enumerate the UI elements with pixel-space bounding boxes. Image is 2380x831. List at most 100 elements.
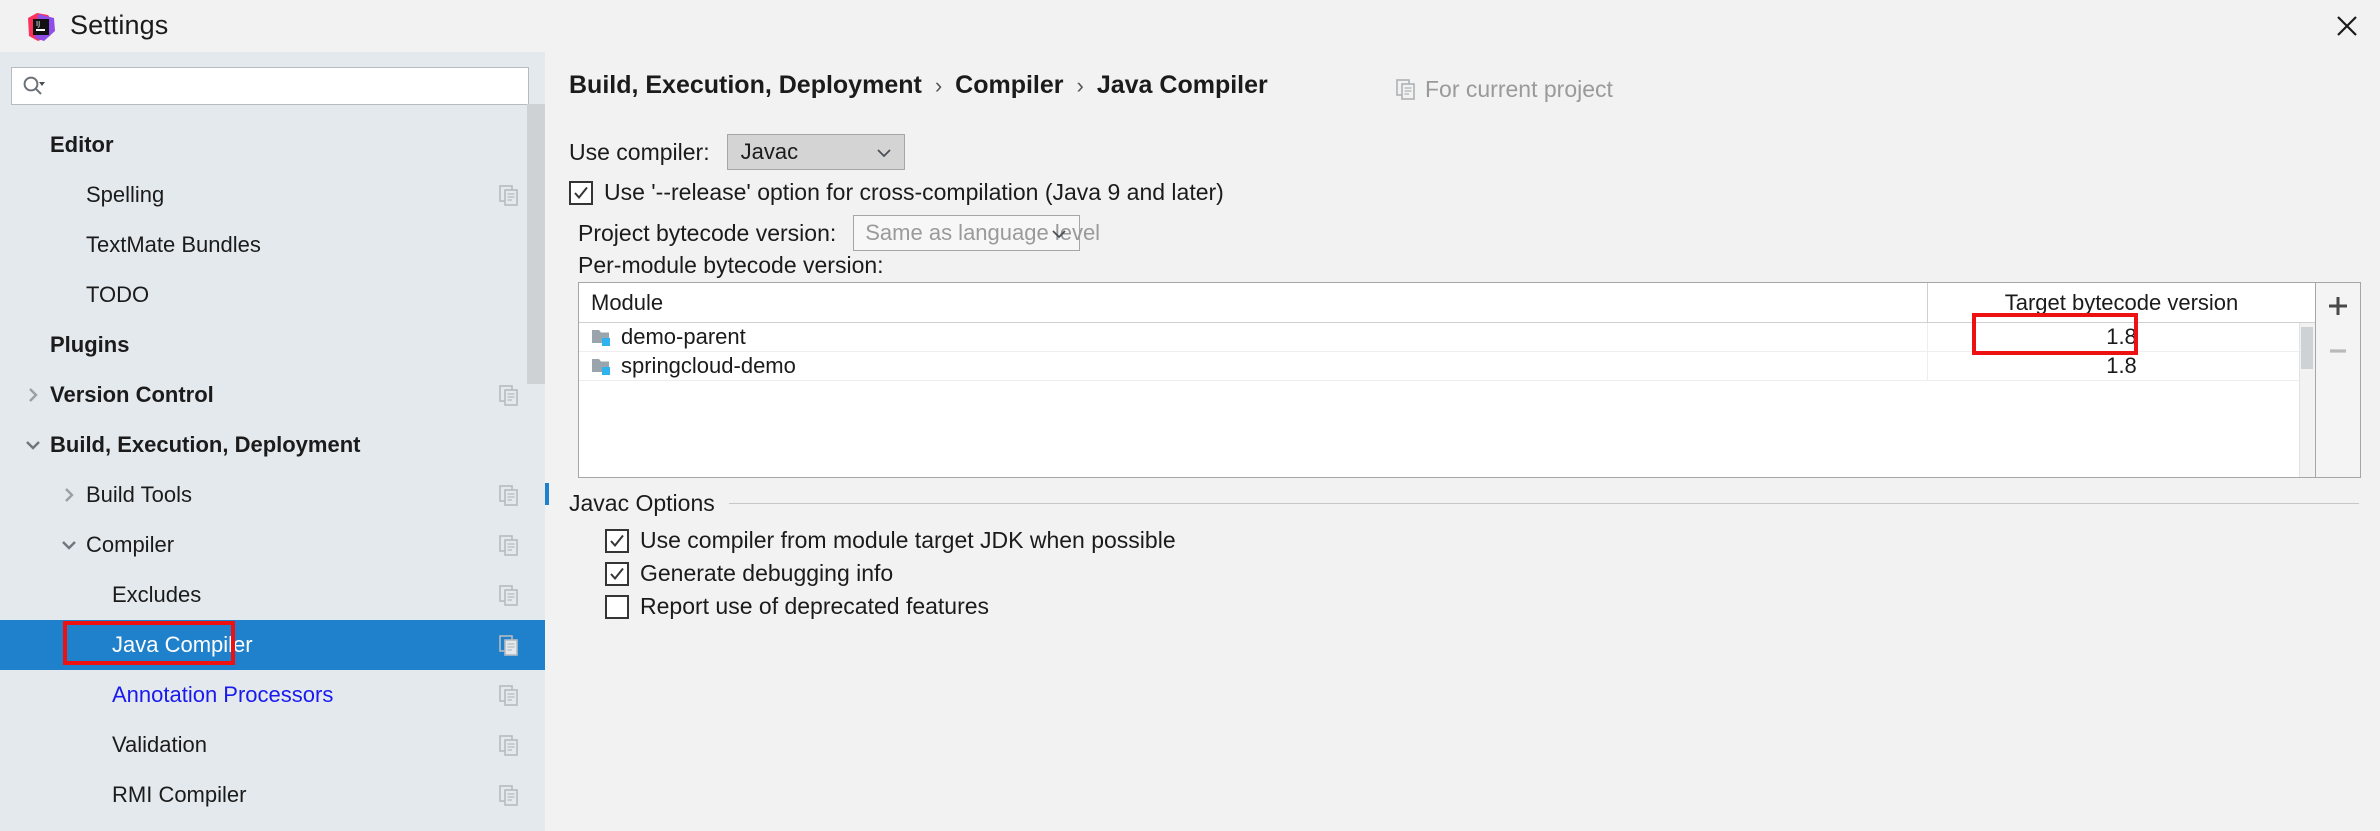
remove-module-button[interactable] <box>2316 328 2359 373</box>
sidebar-item-compiler[interactable]: Compiler <box>0 520 545 570</box>
sidebar-item-build-tools[interactable]: Build Tools <box>0 470 545 520</box>
sidebar-item-label: Excludes <box>112 582 201 608</box>
use-release-option-row[interactable]: Use '--release' option for cross-compila… <box>569 179 1224 206</box>
chevron-down-icon[interactable] <box>22 434 44 456</box>
chevron-down-icon <box>1051 227 1067 245</box>
copy-settings-icon[interactable] <box>499 485 519 506</box>
use-release-option-label: Use '--release' option for cross-compila… <box>604 179 1224 206</box>
use-compiler-label: Use compiler: <box>569 139 710 166</box>
copy-settings-icon[interactable] <box>499 735 519 756</box>
sidebar-item-label: Compiler <box>86 532 174 558</box>
javac-option-label-0: Use compiler from module target JDK when… <box>640 527 1176 554</box>
table-cell-target-bytecode-version[interactable]: 1.8 <box>1928 324 2315 350</box>
column-header-target-bytecode-version[interactable]: Target bytecode version <box>1928 290 2315 316</box>
sidebar-item-label: Spelling <box>86 182 164 208</box>
javac-option-row-2[interactable]: Report use of deprecated features <box>605 593 989 620</box>
settings-content-panel: Build, Execution, Deployment › Compiler … <box>545 52 2380 831</box>
close-button[interactable] <box>2314 0 2380 52</box>
copy-settings-icon[interactable] <box>499 535 519 556</box>
javac-option-checkbox-1[interactable] <box>605 562 629 586</box>
use-compiler-value: Javac <box>741 139 798 165</box>
chevron-right-icon[interactable] <box>22 384 44 406</box>
sidebar-item-todo[interactable]: TODO <box>0 270 545 320</box>
breadcrumb: Build, Execution, Deployment › Compiler … <box>569 71 1268 100</box>
module-name: springcloud-demo <box>621 353 796 379</box>
sidebar-item-plugins[interactable]: Plugins <box>0 320 545 370</box>
sidebar-item-validation[interactable]: Validation <box>0 720 545 770</box>
sidebar-item-build-execution-deployment[interactable]: Build, Execution, Deployment <box>0 420 545 470</box>
javac-option-label-2: Report use of deprecated features <box>640 593 989 620</box>
sidebar-item-version-control[interactable]: Version Control <box>0 370 545 420</box>
table-cell-module[interactable]: demo-parent <box>579 324 1927 350</box>
per-module-bytecode-label: Per-module bytecode version: <box>578 252 884 279</box>
project-bytecode-select[interactable]: Same as language level <box>853 215 1080 251</box>
add-module-button[interactable] <box>2316 283 2359 328</box>
plus-icon <box>2326 294 2350 318</box>
table-cell-module[interactable]: springcloud-demo <box>579 353 1927 379</box>
table-scrollbar-thumb[interactable] <box>2301 327 2313 369</box>
minus-icon <box>2326 339 2350 363</box>
breadcrumb-item-1[interactable]: Compiler <box>955 71 1063 100</box>
sidebar-item-spelling[interactable]: Spelling <box>0 170 545 220</box>
table-body: demo-parent 1.8 springcloud-demo 1.8 <box>579 323 2315 381</box>
copy-settings-icon[interactable] <box>499 185 519 206</box>
title-bar: IJ Settings <box>0 0 2380 52</box>
copy-settings-icon[interactable] <box>499 685 519 706</box>
chevron-down-icon <box>876 146 892 164</box>
table-cell-target-bytecode-version[interactable]: 1.8 <box>1928 353 2315 379</box>
section-divider <box>729 503 2359 504</box>
search-icon <box>22 75 48 97</box>
chevron-down-icon[interactable] <box>58 534 80 556</box>
breadcrumb-item-0[interactable]: Build, Execution, Deployment <box>569 71 922 100</box>
target-bytecode-value: 1.8 <box>2106 353 2137 378</box>
sidebar-item-label: RMI Compiler <box>112 782 246 808</box>
use-release-option-checkbox[interactable] <box>569 181 593 205</box>
sidebar-item-excludes[interactable]: Excludes <box>0 570 545 620</box>
table-row[interactable]: demo-parent 1.8 <box>579 323 2315 352</box>
sidebar-item-label: Version Control <box>50 382 214 408</box>
sidebar-item-label: TODO <box>86 282 149 308</box>
javac-options-title: Javac Options <box>569 490 715 517</box>
copy-settings-icon[interactable] <box>499 385 519 406</box>
javac-option-checkbox-0[interactable] <box>605 529 629 553</box>
copy-settings-icon[interactable] <box>499 785 519 806</box>
for-current-project-label: For current project <box>1396 76 1613 103</box>
search-input[interactable] <box>48 75 528 97</box>
breadcrumb-separator: › <box>1077 73 1084 99</box>
javac-option-row-1[interactable]: Generate debugging info <box>605 560 893 587</box>
settings-tree: Editor Spelling TextMate Bundles TODO Plugin… <box>0 120 545 831</box>
intellij-idea-logo-icon: IJ <box>26 12 56 42</box>
module-icon <box>591 356 613 376</box>
for-current-project-text: For current project <box>1425 76 1613 103</box>
copy-settings-icon[interactable] <box>499 585 519 606</box>
javac-option-row-0[interactable]: Use compiler from module target JDK when… <box>605 527 1176 554</box>
project-bytecode-row: Project bytecode version: Same as langua… <box>578 215 1080 251</box>
module-icon <box>591 327 613 347</box>
project-bytecode-label: Project bytecode version: <box>578 220 836 247</box>
sidebar-item-editor[interactable]: Editor <box>0 120 545 170</box>
table-header-row: Module Target bytecode version <box>579 283 2315 323</box>
sidebar-item-label: Build Tools <box>86 482 192 508</box>
sidebar-item-rmi-compiler[interactable]: RMI Compiler <box>0 770 545 820</box>
chevron-right-icon[interactable] <box>58 484 80 506</box>
use-compiler-select[interactable]: Javac <box>727 134 905 170</box>
close-icon <box>2336 15 2358 37</box>
sidebar-scrollbar-thumb[interactable] <box>527 104 545 384</box>
table-row[interactable]: springcloud-demo 1.8 <box>579 352 2315 381</box>
target-bytecode-value: 1.8 <box>2106 324 2137 349</box>
svg-text:IJ: IJ <box>36 20 40 28</box>
module-bytecode-table: Module Target bytecode version demo-pare… <box>578 282 2316 478</box>
settings-sidebar: Editor Spelling TextMate Bundles TODO Plugin… <box>0 52 545 831</box>
window-title: Settings <box>70 10 168 41</box>
sidebar-item-textmate-bundles[interactable]: TextMate Bundles <box>0 220 545 270</box>
copy-settings-icon[interactable] <box>499 635 519 656</box>
sidebar-item-label: Validation <box>112 732 207 758</box>
sidebar-item-label: Plugins <box>50 332 129 358</box>
sidebar-item-java-compiler[interactable]: Java Compiler <box>0 620 545 670</box>
sidebar-item-annotation-processors[interactable]: Annotation Processors <box>0 670 545 720</box>
sidebar-item-label: Editor <box>50 132 114 158</box>
search-field[interactable] <box>11 67 529 105</box>
sidebar-item-label: Annotation Processors <box>112 682 333 708</box>
javac-option-checkbox-2[interactable] <box>605 595 629 619</box>
column-header-module[interactable]: Module <box>579 290 1927 316</box>
